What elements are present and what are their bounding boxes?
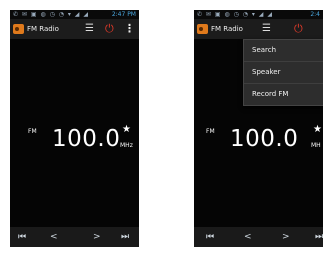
seek-down-button[interactable]: < xyxy=(244,227,252,247)
power-icon[interactable]: ⏻ xyxy=(294,19,303,39)
prev-station-icon[interactable]: ⏮ xyxy=(18,227,26,247)
prev-station-icon[interactable]: ⏮ xyxy=(206,227,214,247)
frequency-display: 100.0 xyxy=(230,126,299,152)
phone-screen-main: ✆ ✉ ▣ ◍ ◷ ◔ ▾ ◢ ◢ 2:47 PM FM Radio ☰ ⏻ ⋮… xyxy=(10,10,139,247)
action-bar: FM Radio ☰ ⏻ xyxy=(194,19,323,39)
station-list-icon[interactable]: ☰ xyxy=(85,19,94,39)
app-title: FM Radio xyxy=(211,25,243,33)
tuner-display: FM 100.0 ★ MH xyxy=(194,120,323,160)
next-station-icon[interactable]: ⏭ xyxy=(121,227,129,247)
phone-screen-menu-open: ✆ ✉ ▣ ◍ ◷ ◔ ▾ ◢ ◢ 2:4 FM Radio ☰ ⏻ FM 10… xyxy=(194,10,323,247)
radio-app-icon xyxy=(13,24,24,34)
band-label: FM xyxy=(28,128,37,135)
status-icons: ✆ ✉ ▣ ◍ ◷ ◔ ▾ ◢ ◢ xyxy=(197,11,273,18)
seek-up-button[interactable]: > xyxy=(282,227,290,247)
menu-item-search[interactable]: Search xyxy=(244,40,323,62)
status-icons: ✆ ✉ ▣ ◍ ◷ ◔ ▾ ◢ ◢ xyxy=(13,11,89,18)
favorite-star-icon[interactable]: ★ xyxy=(122,124,131,135)
favorite-star-icon[interactable]: ★ xyxy=(313,124,322,135)
status-bar: ✆ ✉ ▣ ◍ ◷ ◔ ▾ ◢ ◢ 2:4 xyxy=(194,10,323,19)
playback-controls: ⏮ < > ⏭ xyxy=(10,227,139,247)
playback-controls: ⏮ < > ⏭ xyxy=(194,227,323,247)
power-icon[interactable]: ⏻ xyxy=(105,19,114,39)
radio-app-icon xyxy=(197,24,208,34)
frequency-unit: MH xyxy=(311,142,321,149)
status-bar: ✆ ✉ ▣ ◍ ◷ ◔ ▾ ◢ ◢ 2:47 PM xyxy=(10,10,139,19)
menu-item-record-fm[interactable]: Record FM xyxy=(244,84,323,105)
frequency-display: 100.0 xyxy=(52,126,121,152)
seek-up-button[interactable]: > xyxy=(93,227,101,247)
overflow-menu-icon[interactable]: ⋮ xyxy=(124,19,135,39)
menu-item-speaker[interactable]: Speaker xyxy=(244,62,323,84)
status-time: 2:4 xyxy=(310,11,320,18)
station-list-icon[interactable]: ☰ xyxy=(262,19,271,39)
seek-down-button[interactable]: < xyxy=(50,227,58,247)
next-station-icon[interactable]: ⏭ xyxy=(315,227,323,247)
app-title: FM Radio xyxy=(27,25,59,33)
tuner-display: FM 100.0 ★ MHz xyxy=(10,120,139,160)
status-time: 2:47 PM xyxy=(111,11,136,18)
action-bar: FM Radio ☰ ⏻ ⋮ xyxy=(10,19,139,39)
overflow-menu: Search Speaker Record FM xyxy=(243,39,323,106)
frequency-unit: MHz xyxy=(120,142,133,149)
band-label: FM xyxy=(206,128,215,135)
